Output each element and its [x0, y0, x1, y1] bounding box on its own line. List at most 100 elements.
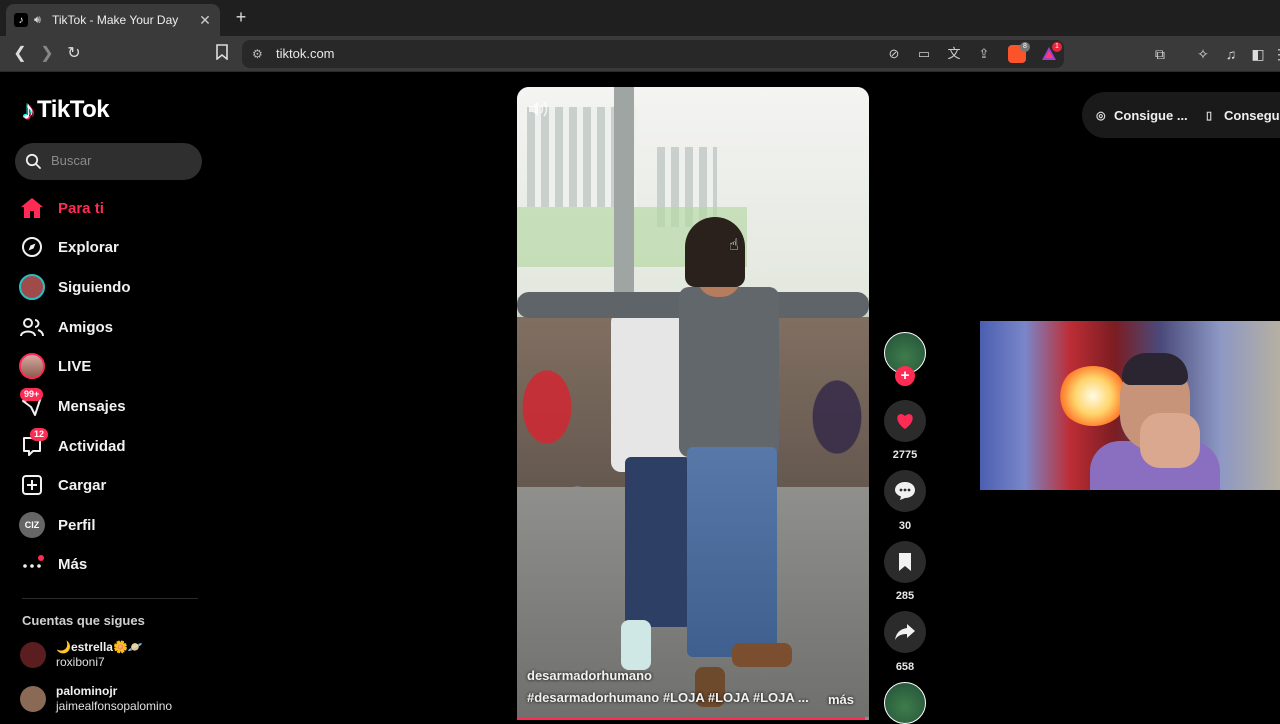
nav-label: Más	[58, 555, 88, 573]
sidebar-divider	[22, 598, 198, 599]
account-display-name: 🌙estrella🌼🪐	[56, 640, 143, 654]
like-count: 2775	[892, 449, 918, 461]
site-settings-icon[interactable]: ⚙︎	[252, 47, 266, 61]
webcam-scene-hand	[1140, 413, 1200, 468]
browser-tab[interactable]: ♪ 🔊︎ TikTok - Make Your Day ✕	[6, 4, 220, 36]
mouse-cursor-icon: ☝︎	[729, 237, 739, 254]
video-scene-person	[687, 447, 777, 657]
profile-avatar: CIZ	[19, 512, 45, 538]
cast-icon[interactable]: ▭	[916, 46, 932, 62]
friends-icon	[18, 313, 46, 341]
video-player[interactable]: ☝︎ desarmadorhumano #desarmadorhumano #L…	[517, 87, 869, 720]
account-avatar	[20, 685, 46, 712]
nav-label: Explorar	[58, 238, 119, 256]
video-scene-pillar	[614, 87, 634, 317]
nav-label: Siguiendo	[58, 278, 131, 296]
followed-account[interactable]: 🌙estrella🌼🪐 roxiboni7	[20, 640, 143, 669]
app-name: TikTok	[37, 96, 110, 123]
no-tracking-icon[interactable]: ⊘	[886, 46, 902, 62]
profile-avatar-wrap: CIZ	[18, 511, 46, 539]
activity-icon: 12	[18, 428, 49, 460]
close-tab-icon[interactable]: ✕	[198, 12, 212, 29]
nav-item-perfil[interactable]: CIZ Perfil	[18, 510, 96, 540]
webcam-scene-person	[1122, 353, 1188, 385]
messages-icon: 99+	[18, 388, 46, 420]
translate-icon[interactable]: 文	[946, 46, 962, 62]
follow-plus-icon[interactable]: +	[895, 366, 915, 386]
nav-item-actividad[interactable]: 12 Actividad	[18, 428, 126, 461]
browser-tab-bar: ♪ 🔊︎ TikTok - Make Your Day ✕ +	[0, 0, 1280, 36]
nav-item-explorar[interactable]: Explorar	[18, 232, 119, 262]
save-button[interactable]	[884, 541, 926, 583]
video-scene-person	[679, 287, 779, 457]
browser-toolbar: ❮ ❯ ↻ ⚙︎ tiktok.com ⊘ ▭ 文 ⇪ 8 1 ⧉ ✧ ♫ ◧ …	[0, 36, 1280, 72]
nav-label: Mensajes	[58, 397, 126, 415]
leo-ai-icon[interactable]: ✧	[1194, 45, 1212, 63]
brave-shields-badge: 8	[1020, 42, 1030, 52]
upload-icon	[18, 471, 46, 499]
sidebar-toggle-icon[interactable]: ◧	[1249, 45, 1267, 63]
new-tab-button[interactable]: +	[232, 8, 250, 28]
search-input[interactable]: Buscar	[15, 143, 202, 180]
nav-item-siguiendo[interactable]: Siguiendo	[18, 272, 131, 302]
speaker-icon[interactable]: 🔊︎	[34, 14, 46, 26]
account-display-name: palominojr	[56, 684, 118, 698]
messages-badge: 99+	[20, 388, 44, 401]
more-icon	[18, 550, 46, 578]
video-scene-person	[621, 620, 651, 670]
tiktok-logo-icon: ♪	[22, 95, 35, 125]
nav-label: Perfil	[58, 516, 96, 534]
like-button[interactable]	[884, 400, 926, 442]
media-icon[interactable]: ♫	[1222, 45, 1240, 63]
heart-icon	[897, 414, 913, 429]
followed-account[interactable]: palominojr jaimealfonsopalomino	[20, 684, 172, 713]
get-app-label: Conseguir	[1224, 108, 1280, 123]
share-icon[interactable]: ⇪	[976, 46, 992, 62]
nav-item-mensajes[interactable]: 99+ Mensajes	[18, 388, 126, 421]
comment-icon	[895, 482, 915, 500]
caption-more-button[interactable]: más	[828, 692, 854, 707]
following-avatar	[19, 274, 45, 300]
nav-item-amigos[interactable]: Amigos	[18, 312, 113, 342]
video-scene-person	[625, 457, 691, 627]
screenshot-icon[interactable]: ⧉	[1151, 45, 1169, 63]
volume-icon[interactable]	[527, 99, 549, 121]
tiktok-favicon-icon: ♪	[14, 13, 28, 27]
phone-icon: ▯	[1206, 109, 1213, 122]
back-button[interactable]: ❮	[10, 44, 30, 64]
nav-label: LIVE	[58, 357, 92, 375]
reload-button[interactable]: ↻	[64, 44, 84, 64]
video-author[interactable]: desarmadorhumano	[527, 668, 652, 683]
coin-icon: ◎	[1096, 109, 1106, 122]
forward-button[interactable]: ❯	[37, 44, 57, 64]
account-avatar	[20, 641, 46, 668]
nav-label: Actividad	[58, 437, 126, 455]
nav-item-para-ti[interactable]: Para ti	[18, 193, 104, 223]
compass-icon	[18, 233, 46, 261]
bookmark-icon[interactable]	[212, 44, 232, 64]
following-avatar-wrap	[18, 273, 46, 301]
nav-item-cargar[interactable]: Cargar	[18, 470, 106, 500]
tiktok-logo[interactable]: ♪ TikTok	[22, 95, 110, 125]
bookmark-icon	[899, 553, 911, 571]
music-disc-avatar[interactable]	[884, 682, 926, 724]
get-coins-button[interactable]: ◎ Consigue ...	[1096, 108, 1188, 123]
comment-button[interactable]	[884, 470, 926, 512]
nav-label: Cargar	[58, 476, 107, 494]
address-bar[interactable]: ⚙︎ tiktok.com ⊘ ▭ 文 ⇪ 8 1	[242, 40, 1064, 68]
get-app-bar: ◎ Consigue ... ▯ Conseguir	[1082, 92, 1280, 138]
share-button[interactable]	[884, 611, 926, 653]
activity-badge: 12	[30, 428, 49, 441]
nav-label: Amigos	[58, 318, 114, 336]
get-coins-label: Consigue ...	[1114, 108, 1188, 123]
menu-icon[interactable]: ⋮	[1270, 45, 1280, 63]
live-avatar-wrap	[18, 352, 46, 380]
search-icon	[25, 153, 41, 169]
save-count: 285	[895, 590, 915, 602]
live-avatar	[19, 353, 45, 379]
account-handle: roxiboni7	[56, 655, 105, 669]
get-app-button[interactable]: ▯ Conseguir	[1206, 108, 1280, 123]
video-hashtags[interactable]: #desarmadorhumano #LOJA #LOJA #LOJA ...	[527, 690, 809, 705]
nav-item-mas[interactable]: Más	[18, 549, 87, 579]
nav-item-live[interactable]: LIVE	[18, 351, 91, 381]
